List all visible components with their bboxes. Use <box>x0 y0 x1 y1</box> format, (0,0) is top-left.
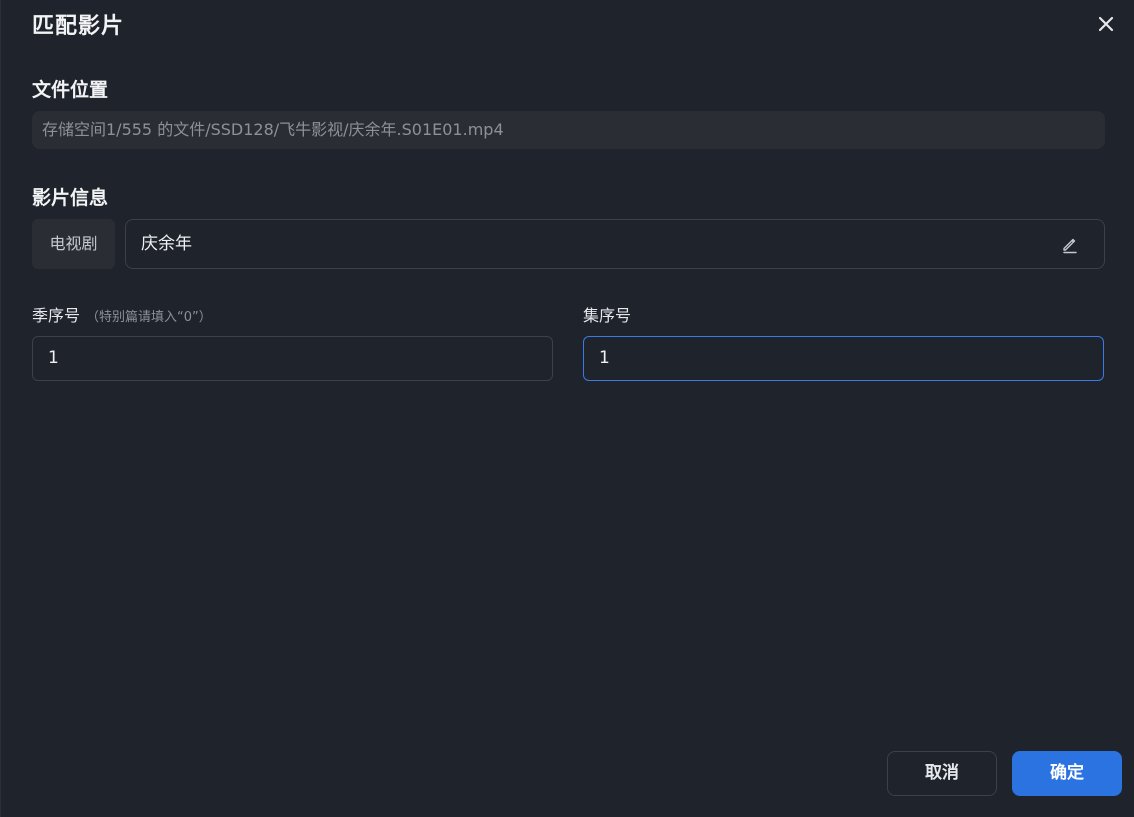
media-title-value: 庆余年 <box>141 234 192 254</box>
match-movie-dialog: 匹配影片 文件位置 存储空间1/555 的文件/SSD128/飞牛影视/庆余年.… <box>0 0 1134 817</box>
episode-value: 1 <box>599 348 610 368</box>
episode-label: 集序号 <box>583 306 632 325</box>
edit-icon[interactable] <box>1060 234 1080 254</box>
confirm-button[interactable]: 确定 <box>1012 751 1122 796</box>
dialog-title: 匹配影片 <box>32 14 125 39</box>
media-title-field[interactable]: 庆余年 <box>125 219 1105 269</box>
close-button[interactable] <box>1094 12 1118 36</box>
file-location-label: 文件位置 <box>32 79 109 101</box>
close-icon <box>1094 12 1118 36</box>
media-info-label: 影片信息 <box>32 187 109 209</box>
season-label: 季序号 （特别篇请填入“0”） <box>32 302 212 326</box>
file-path-display: 存储空间1/555 的文件/SSD128/飞牛影视/庆余年.S01E01.mp4 <box>32 111 1105 149</box>
season-label-text: 季序号 <box>32 306 81 325</box>
season-value: 1 <box>48 348 59 368</box>
season-input[interactable]: 1 <box>32 336 553 381</box>
episode-input[interactable]: 1 <box>583 336 1104 381</box>
media-type-tag: 电视剧 <box>32 219 115 269</box>
cancel-button[interactable]: 取消 <box>887 751 997 796</box>
season-hint: （特别篇请填入“0”） <box>86 310 212 325</box>
